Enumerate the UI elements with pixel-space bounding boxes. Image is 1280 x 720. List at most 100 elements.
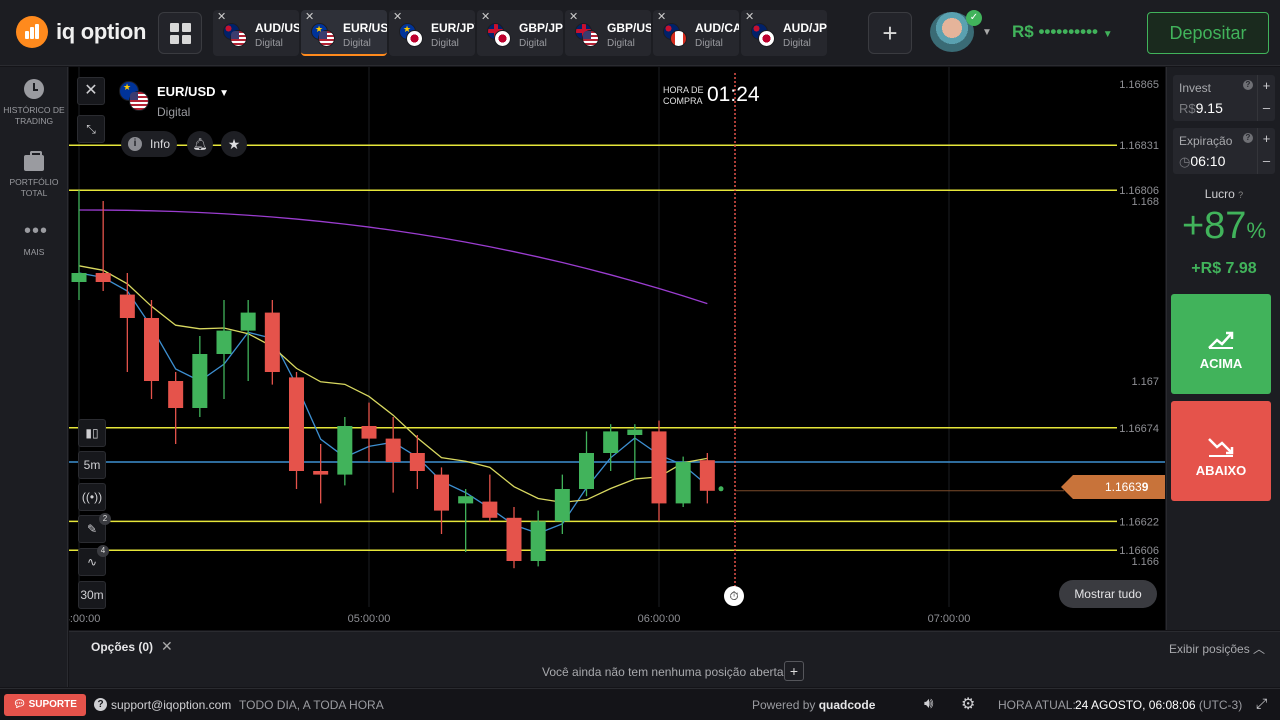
- show-positions-toggle[interactable]: Exibir posições ︿: [1169, 640, 1265, 657]
- tab-symbol: GBP/JPY: [519, 21, 563, 35]
- sound-icon[interactable]: 🔊︎: [924, 695, 933, 712]
- info-icon: i: [127, 137, 142, 151]
- pencil-icon: ✎: [86, 522, 98, 536]
- asset-tab[interactable]: ✕ GBP/USD Digital: [565, 10, 651, 56]
- expiry-timer-icon[interactable]: ⏱: [724, 586, 744, 606]
- chart-area[interactable]: 04:00:00 05:00:00 06:00:00 07:00:00 1.16865 1…: [69, 67, 1165, 630]
- add-position-button[interactable]: +: [784, 661, 804, 681]
- asset-tab[interactable]: ✕ EUR/USD Digital: [301, 10, 387, 56]
- expiry-field[interactable]: Expiração ? ◷06:10 + –: [1173, 128, 1275, 174]
- candle-body: [240, 312, 256, 331]
- close-icon[interactable]: ✕: [745, 10, 754, 23]
- sidebar-item-trading-history[interactable]: HISTÓRICO DE TRADING: [0, 79, 68, 127]
- brand-name: iq option: [56, 19, 147, 44]
- timeframe-button[interactable]: 5m: [78, 451, 106, 479]
- fullscreen-icon[interactable]: ⤢: [1256, 695, 1267, 712]
- minus-icon[interactable]: –: [1258, 97, 1275, 119]
- put-down-label: ABAIXO: [1195, 463, 1247, 478]
- alert-bell-button[interactable]: 🔔︎: [187, 131, 213, 157]
- call-up-button[interactable]: ACIMA: [1171, 294, 1271, 394]
- y-tick-label: 1.16622: [1119, 516, 1159, 528]
- logo-icon: [16, 16, 48, 48]
- favorite-button[interactable]: ★: [221, 131, 247, 157]
- close-icon[interactable]: ✕: [393, 10, 402, 23]
- close-icon[interactable]: ✕: [217, 10, 226, 23]
- candle-body: [458, 496, 474, 504]
- y-tick-label: 1.16865: [1119, 79, 1159, 91]
- plus-icon[interactable]: +: [1258, 75, 1275, 97]
- tab-subtitle: Digital: [695, 38, 723, 49]
- invest-field[interactable]: Invest ? R$9.15 + –: [1173, 75, 1275, 121]
- tab-subtitle: Digital: [519, 38, 547, 49]
- support-button[interactable]: 💬︎ SUPORTE: [4, 694, 86, 716]
- expiry-stepper[interactable]: + –: [1257, 128, 1275, 174]
- tab-subtitle: Digital: [431, 38, 459, 49]
- help-icon[interactable]: ?: [1243, 80, 1253, 90]
- zoom-range-button[interactable]: 30m: [78, 581, 106, 609]
- current-time-label: HORA ATUAL:: [998, 698, 1076, 712]
- help-icon[interactable]: ?: [1238, 190, 1243, 200]
- asset-tab[interactable]: ✕ GBP/JPY Digital: [477, 10, 563, 56]
- asset-name: EUR/USD ▼: [157, 84, 229, 99]
- asset-tab[interactable]: ✕ AUD/CAD Digital: [653, 10, 739, 56]
- close-icon[interactable]: ✕: [305, 10, 314, 23]
- asset-grid-button[interactable]: [158, 12, 202, 54]
- candle-body: [699, 460, 715, 491]
- add-tab-button[interactable]: +: [868, 12, 912, 54]
- flag-pair-icon: [399, 23, 423, 47]
- close-icon[interactable]: ✕: [569, 10, 578, 23]
- candle-body: [264, 312, 280, 372]
- usd-flag-icon: [230, 30, 247, 47]
- put-down-button[interactable]: ABAIXO: [1171, 401, 1271, 501]
- help-icon[interactable]: ?: [1243, 133, 1253, 143]
- quadcode-logo: quadcode: [818, 698, 876, 712]
- close-chart-button[interactable]: ✕: [77, 77, 105, 105]
- candle-body: [385, 438, 401, 462]
- chevron-down-icon[interactable]: ▼: [982, 27, 992, 38]
- left-sidebar: HISTÓRICO DE TRADING PORTFÓLIO TOTAL •••…: [0, 67, 68, 687]
- asset-tab[interactable]: ✕ AUD/USD Digital: [213, 10, 299, 56]
- usd-flag-icon: [582, 30, 599, 47]
- invest-stepper[interactable]: + –: [1257, 75, 1275, 121]
- flag-pair-icon: [487, 23, 511, 47]
- current-time-value: 24 AGOSTO, 06:08:06: [1075, 698, 1196, 712]
- drawings-count-badge: 2: [99, 513, 111, 525]
- info-button[interactable]: i Info: [121, 131, 177, 157]
- chart-type-button[interactable]: ▮▯: [78, 419, 106, 447]
- candle-body: [337, 426, 353, 475]
- sidebar-item-portfolio[interactable]: PORTFÓLIO TOTAL: [0, 151, 68, 199]
- minus-icon[interactable]: –: [1258, 150, 1275, 172]
- gear-icon[interactable]: ⚙: [961, 694, 975, 714]
- show-all-button[interactable]: Mostrar tudo: [1059, 580, 1157, 608]
- brand-logo[interactable]: iq option: [16, 16, 146, 48]
- candle-body: [506, 517, 522, 561]
- trend-up-icon: [1208, 331, 1234, 349]
- usd-flag-icon: [129, 91, 149, 111]
- tab-subtitle: Digital: [607, 38, 635, 49]
- asset-tab[interactable]: ✕ EUR/JPY Digital: [389, 10, 475, 56]
- no-positions-text: Você ainda não tem nenhuma posição abert…: [542, 665, 784, 679]
- close-icon[interactable]: ✕: [481, 10, 490, 23]
- close-icon[interactable]: ✕: [161, 638, 173, 655]
- deposit-button[interactable]: Depositar: [1147, 12, 1269, 54]
- balance-display[interactable]: R$ •••••••••• ▼: [1012, 22, 1113, 42]
- sidebar-item-more[interactable]: ••• MAIS: [0, 221, 68, 258]
- jpy-flag-icon: [758, 30, 775, 47]
- signals-button[interactable]: ((•)): [78, 483, 106, 511]
- usd-flag-icon: [318, 30, 335, 47]
- chat-icon: 💬︎: [13, 699, 26, 710]
- profit-percent: +87%: [1167, 205, 1280, 248]
- asset-tab[interactable]: ✕ AUD/JPY Digital: [741, 10, 827, 56]
- verified-check-icon: ✓: [966, 10, 982, 26]
- candle-body: [71, 273, 87, 282]
- powered-by: Powered by quadcode: [752, 698, 875, 712]
- collapse-icon[interactable]: ⤡: [77, 115, 105, 143]
- top-bar: iq option ✕ AUD/USD Digital ✕ EUR/USD Digital…: [0, 0, 1280, 66]
- close-icon[interactable]: ✕: [657, 10, 666, 23]
- profit-label: Lucro ?: [1167, 187, 1280, 201]
- trading-app: iq option ✕ AUD/USD Digital ✕ EUR/USD Digital…: [0, 0, 1280, 720]
- plus-icon[interactable]: +: [1258, 128, 1275, 150]
- support-email[interactable]: support@iqoption.com: [111, 698, 231, 712]
- support-label: SUPORTE: [28, 699, 77, 710]
- purchase-label-line2: COMPRA: [663, 96, 703, 106]
